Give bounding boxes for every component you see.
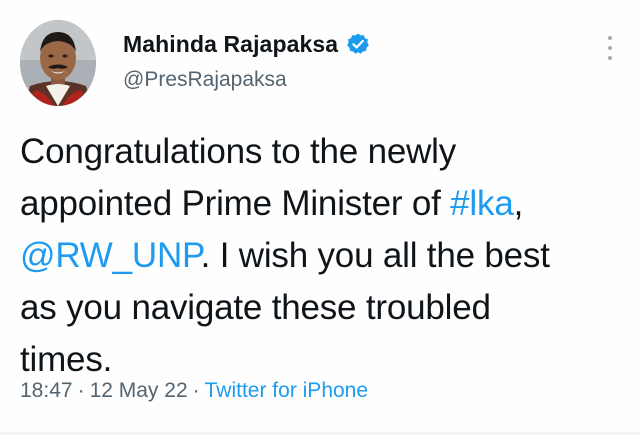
tweet-text-segment: as you navigate these troubled [20, 288, 491, 327]
tweet-card: Mahinda Rajapaksa @PresRajapaksa Congrat… [0, 0, 640, 435]
more-dot [608, 56, 612, 60]
tweet-meta: 18:47 · 12 May 22 · Twitter for iPhone [20, 379, 368, 403]
display-name[interactable]: Mahinda Rajapaksa [123, 31, 338, 58]
handle[interactable]: @PresRajapaksa [123, 68, 370, 92]
more-dot [608, 46, 612, 50]
meta-separator: · [192, 379, 200, 402]
tweet-date[interactable]: 12 May 22 [90, 379, 188, 402]
author-block: Mahinda Rajapaksa @PresRajapaksa [123, 28, 370, 92]
tweet-line: as you navigate these troubled [20, 282, 620, 334]
avatar[interactable] [20, 20, 96, 106]
tweet-line: @RW_UNP. I wish you all the best [20, 230, 620, 282]
mention-link[interactable]: @RW_UNP [20, 236, 201, 275]
verified-badge-icon [346, 32, 370, 56]
tweet-text-segment: , [513, 184, 524, 223]
more-vertical-icon[interactable] [606, 36, 614, 60]
tweet-text-segment: Congratulations to the newly [20, 132, 457, 171]
hashtag-link[interactable]: #lka [450, 184, 514, 223]
meta-separator: · [77, 379, 85, 402]
tweet-source-link[interactable]: Twitter for iPhone [205, 379, 368, 402]
more-dot [608, 36, 612, 40]
tweet-time[interactable]: 18:47 [20, 379, 73, 402]
tweet-line: appointed Prime Minister of #lka, [20, 178, 620, 230]
tweet-text: Congratulations to the newly appointed P… [20, 126, 620, 386]
name-row: Mahinda Rajapaksa [123, 28, 370, 60]
tweet-line: Congratulations to the newly [20, 126, 620, 178]
tweet-text-segment: times. [20, 340, 113, 379]
tweet-text-segment: appointed Prime Minister of [20, 184, 451, 223]
tweet-text-segment: . I wish you all the best [200, 236, 550, 275]
